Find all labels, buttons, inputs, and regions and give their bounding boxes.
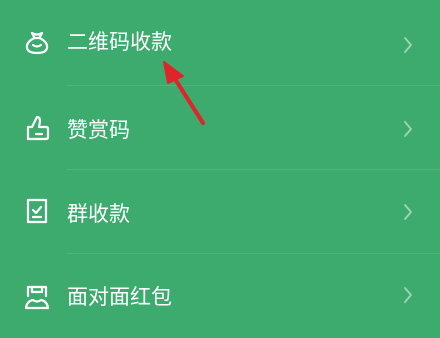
chevron-right-icon (401, 285, 415, 305)
menu-item-label: 面对面红包 (67, 285, 172, 309)
chevron-right-icon (401, 119, 415, 139)
chevron-right-icon (401, 202, 415, 222)
thumbs-up-icon (22, 113, 52, 143)
menu-item-label: 群收款 (67, 202, 130, 226)
menu-item-qr-code-receipt[interactable]: 二维码收款 (0, 0, 440, 84)
menu-item-group-receipt[interactable]: 群收款 (0, 170, 440, 254)
menu-item-appreciation-code[interactable]: 赞赏码 (0, 86, 440, 170)
chevron-right-icon (401, 35, 415, 55)
red-packet-icon (22, 282, 52, 312)
menu-item-label: 二维码收款 (67, 30, 172, 54)
menu-item-face-to-face-red-packet[interactable]: 面对面红包 (0, 254, 440, 338)
money-bag-icon (22, 27, 52, 57)
menu-item-label: 赞赏码 (67, 118, 130, 142)
group-receipt-icon (22, 196, 52, 226)
payment-menu: 二维码收款 赞赏码 群收款 面对面红包 (0, 0, 440, 320)
